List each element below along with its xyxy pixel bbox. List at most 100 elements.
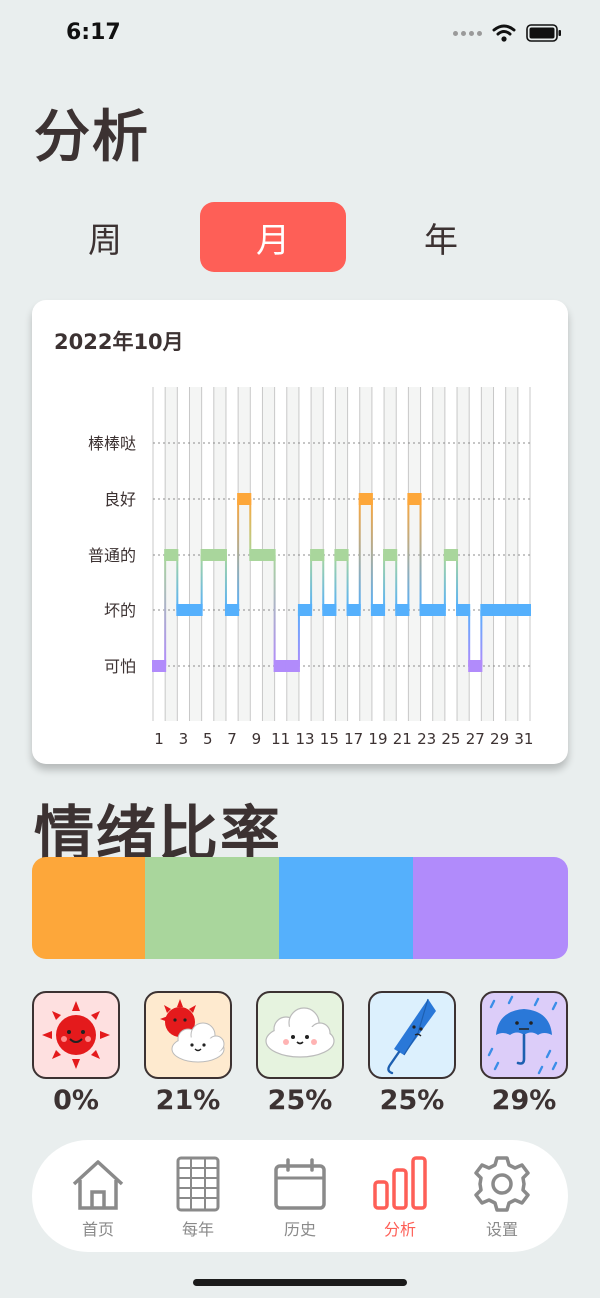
emotion-ratio-bar — [32, 857, 568, 959]
tab-home[interactable]: 首页 — [58, 1156, 138, 1242]
data-point — [237, 493, 252, 505]
status-bar: 6:17 — [0, 0, 600, 70]
data-point — [310, 549, 325, 561]
mood-icon-box — [256, 991, 344, 1079]
battery-icon — [526, 24, 561, 42]
x-tick-label: 1 — [154, 730, 164, 748]
grid-calendar-icon — [176, 1156, 220, 1212]
status-time: 6:17 — [66, 20, 121, 45]
tab-yearly[interactable]: 每年 — [158, 1156, 238, 1242]
data-point — [346, 604, 361, 616]
data-point — [224, 604, 240, 616]
page-title: 分析 — [34, 105, 150, 170]
mood-percent: 25% — [267, 1085, 333, 1116]
mood-chart-card: 可怕 坏的 普通的 良好 棒棒哒 1 3 5 7 9 11 13 15 17 19 21 23 25 27 29 31 … — [32, 300, 568, 764]
data-point — [273, 660, 288, 672]
x-tick-label: 15 — [320, 730, 339, 748]
chart-column-band — [517, 387, 530, 721]
y-tick-label: 普通的 — [88, 546, 136, 565]
bar-chart-icon — [373, 1156, 427, 1210]
ratio-segment — [278, 857, 413, 959]
x-tick-label: 13 — [295, 730, 314, 748]
bottom-tab-bar: 首页 每年 历史 分析 设置 — [32, 1140, 568, 1252]
tab-label: 历史 — [283, 1220, 316, 1239]
data-point — [164, 549, 179, 561]
segment-label: 年 — [424, 220, 458, 261]
data-point — [176, 604, 191, 616]
cloud-icon — [265, 1007, 335, 1058]
mood-icon-box — [144, 991, 232, 1079]
chart-column-band — [505, 387, 518, 721]
ratio-segment — [412, 857, 568, 959]
mood-icon-box — [368, 991, 456, 1079]
x-tick-label: 9 — [252, 730, 262, 748]
chart-column-band — [481, 387, 494, 721]
data-point — [152, 660, 167, 672]
chart-column-band — [457, 387, 470, 721]
data-point — [480, 604, 495, 616]
segment-year[interactable]: 年 — [368, 202, 514, 272]
mood-percent: 29% — [491, 1085, 557, 1116]
data-point — [358, 493, 373, 505]
chart-column-band — [238, 387, 251, 721]
tab-history[interactable]: 历史 — [260, 1156, 340, 1242]
y-tick-label: 坏的 — [104, 601, 136, 620]
chart-column-band — [408, 387, 421, 721]
chart-column-band — [298, 387, 312, 721]
data-point — [516, 604, 531, 616]
segment-month[interactable]: 月 — [200, 202, 346, 272]
data-point — [297, 604, 313, 616]
data-point — [431, 604, 446, 616]
ratio-segment — [32, 857, 145, 959]
data-point — [395, 604, 410, 616]
gear-icon — [474, 1156, 530, 1212]
x-tick-label: 7 — [227, 730, 237, 748]
data-point — [504, 604, 519, 616]
tab-analysis[interactable]: 分析 — [360, 1156, 440, 1242]
mood-card-terrible: 29% — [480, 991, 568, 1116]
mood-line-chart: 可怕坏的普通的良好棒棒哒1 3 5 7 9 11 13 15 17 19 21 23 25 27 29 31 — [88, 387, 533, 748]
segment-week[interactable]: 周 — [32, 202, 178, 272]
y-tick-label: 可怕 — [104, 657, 136, 676]
mood-percent: 25% — [379, 1085, 445, 1116]
chart-column-band — [323, 387, 336, 721]
data-point — [285, 660, 300, 672]
x-tick-label: 5 — [203, 730, 213, 748]
data-point — [456, 604, 471, 616]
data-point — [261, 549, 276, 561]
tab-label: 设置 — [485, 1220, 518, 1239]
y-tick-label: 良好 — [104, 490, 136, 509]
x-tick-label: 29 — [490, 730, 509, 748]
data-point — [200, 549, 215, 561]
chart-column-band — [347, 387, 360, 721]
chart-column-band — [177, 387, 190, 721]
x-tick-label: 21 — [393, 730, 412, 748]
data-point — [443, 549, 459, 561]
mood-icon-box — [32, 991, 120, 1079]
x-tick-label: 3 — [179, 730, 189, 748]
data-point — [188, 604, 203, 616]
data-point — [212, 549, 227, 561]
tab-settings[interactable]: 设置 — [462, 1156, 542, 1242]
mood-stats: 0% 21% 25% 25% 29% — [32, 991, 568, 1121]
mood-card-great: 0% — [32, 991, 120, 1116]
x-tick-label: 31 — [514, 730, 533, 748]
calendar-icon — [274, 1158, 326, 1210]
segment-label: 周 — [88, 220, 122, 261]
y-tick-label: 棒棒哒 — [88, 434, 136, 453]
ratio-segment — [144, 857, 279, 959]
data-point — [370, 604, 386, 616]
tab-label: 分析 — [383, 1220, 416, 1239]
mood-card-normal: 25% — [256, 991, 344, 1116]
x-tick-label: 27 — [466, 730, 485, 748]
chart-column-band — [189, 387, 202, 721]
mood-percent: 21% — [155, 1085, 221, 1116]
mood-percent: 0% — [53, 1085, 99, 1116]
home-icon — [72, 1160, 124, 1210]
chart-column-band — [432, 387, 445, 721]
chart-column-band — [371, 387, 385, 721]
mood-icon-box — [480, 991, 568, 1079]
data-point — [492, 604, 507, 616]
data-point — [249, 549, 264, 561]
tab-label: 首页 — [81, 1220, 114, 1239]
